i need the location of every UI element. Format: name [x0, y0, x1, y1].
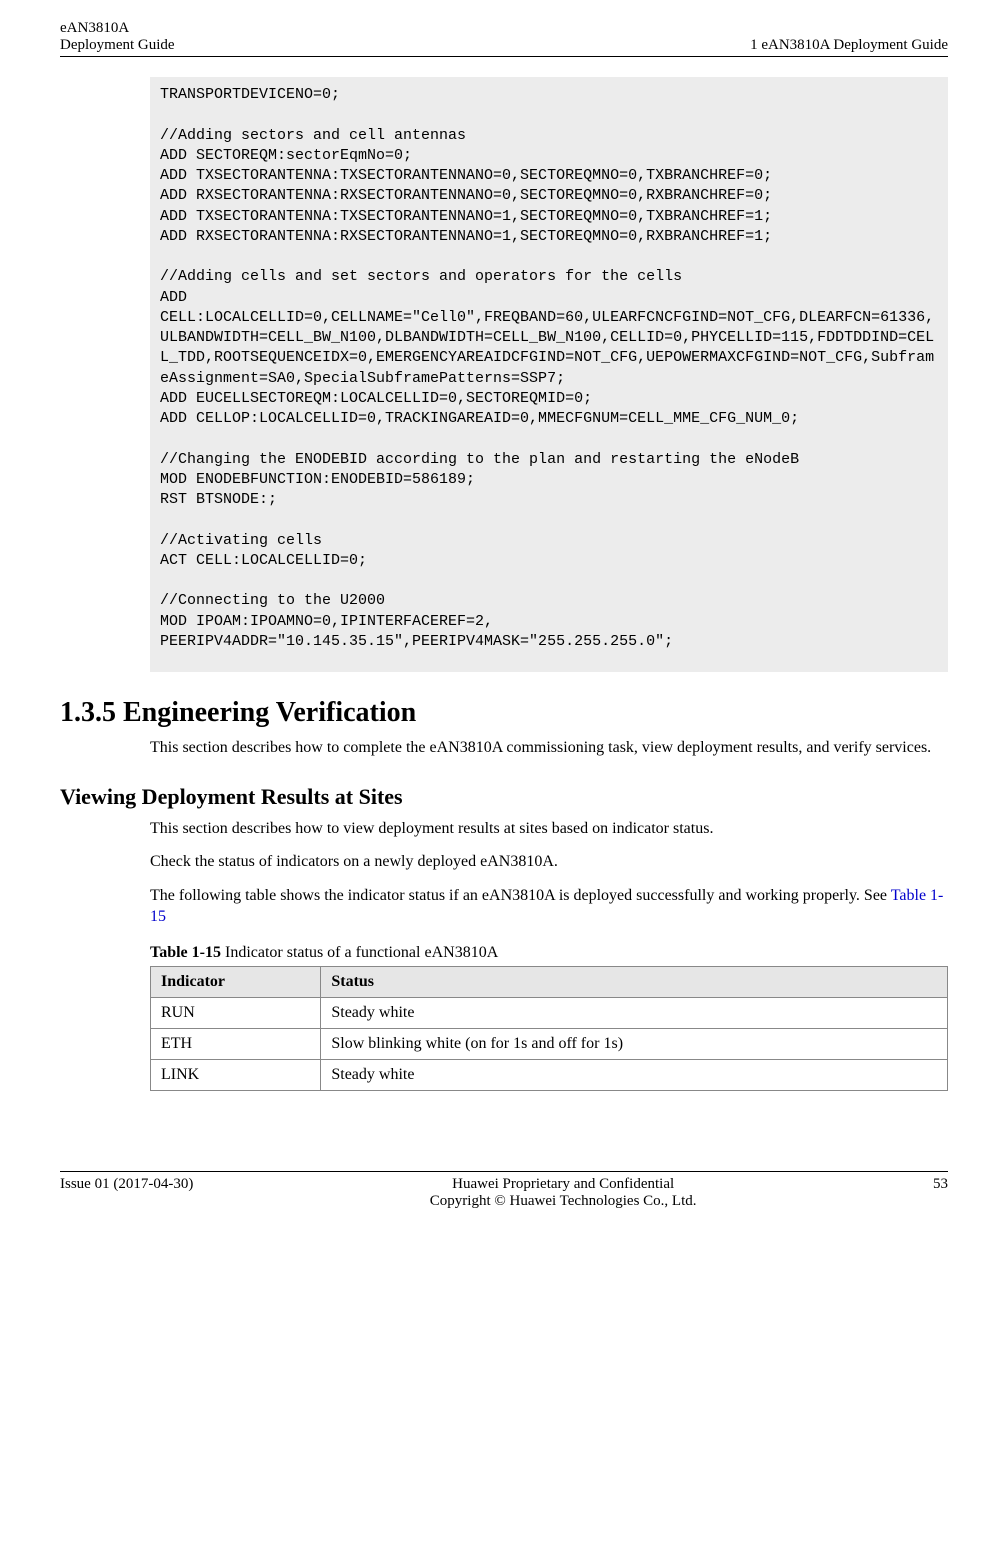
header-product: eAN3810A	[60, 20, 175, 37]
section-intro: This section describes how to complete t…	[150, 737, 948, 759]
table-header-status: Status	[321, 966, 948, 997]
table-cell: RUN	[151, 997, 321, 1028]
viewing-p3: The following table shows the indicator …	[150, 885, 948, 928]
table-header-indicator: Indicator	[151, 966, 321, 997]
table-caption: Table 1-15 Indicator status of a functio…	[150, 944, 948, 962]
table-row: LINK Steady white	[151, 1059, 948, 1090]
table-row: RUN Steady white	[151, 997, 948, 1028]
table-cell: LINK	[151, 1059, 321, 1090]
viewing-p2: Check the status of indicators on a newl…	[150, 851, 948, 873]
subsection-viewing-results: Viewing Deployment Results at Sites	[60, 784, 948, 810]
section-heading-1-3-5: 1.3.5 Engineering Verification	[60, 697, 948, 729]
table-cell: ETH	[151, 1028, 321, 1059]
header-right: 1 eAN3810A Deployment Guide	[750, 37, 948, 54]
header-left: eAN3810A Deployment Guide	[60, 20, 175, 54]
table-row: ETH Slow blinking white (on for 1s and o…	[151, 1028, 948, 1059]
page-footer: Issue 01 (2017-04-30) Huawei Proprietary…	[60, 1171, 948, 1210]
code-block: TRANSPORTDEVICENO=0; //Adding sectors an…	[150, 77, 948, 672]
table-caption-title: Indicator status of a functional eAN3810…	[221, 944, 498, 961]
indicator-status-table: Indicator Status RUN Steady white ETH Sl…	[150, 966, 948, 1091]
header-doc-title: Deployment Guide	[60, 37, 175, 54]
viewing-p1: This section describes how to view deplo…	[150, 818, 948, 840]
table-header-row: Indicator Status	[151, 966, 948, 997]
footer-proprietary: Huawei Proprietary and Confidential	[193, 1176, 933, 1193]
footer-copyright: Copyright © Huawei Technologies Co., Ltd…	[193, 1193, 933, 1210]
page-header: eAN3810A Deployment Guide 1 eAN3810A Dep…	[60, 20, 948, 57]
table-cell: Steady white	[321, 1059, 948, 1090]
table-cell: Steady white	[321, 997, 948, 1028]
footer-issue: Issue 01 (2017-04-30)	[60, 1176, 193, 1210]
table-cell: Slow blinking white (on for 1s and off f…	[321, 1028, 948, 1059]
table-caption-number: Table 1-15	[150, 944, 221, 961]
footer-center: Huawei Proprietary and Confidential Copy…	[193, 1176, 933, 1210]
viewing-p3-text: The following table shows the indicator …	[150, 887, 891, 904]
footer-page-number: 53	[933, 1176, 948, 1210]
